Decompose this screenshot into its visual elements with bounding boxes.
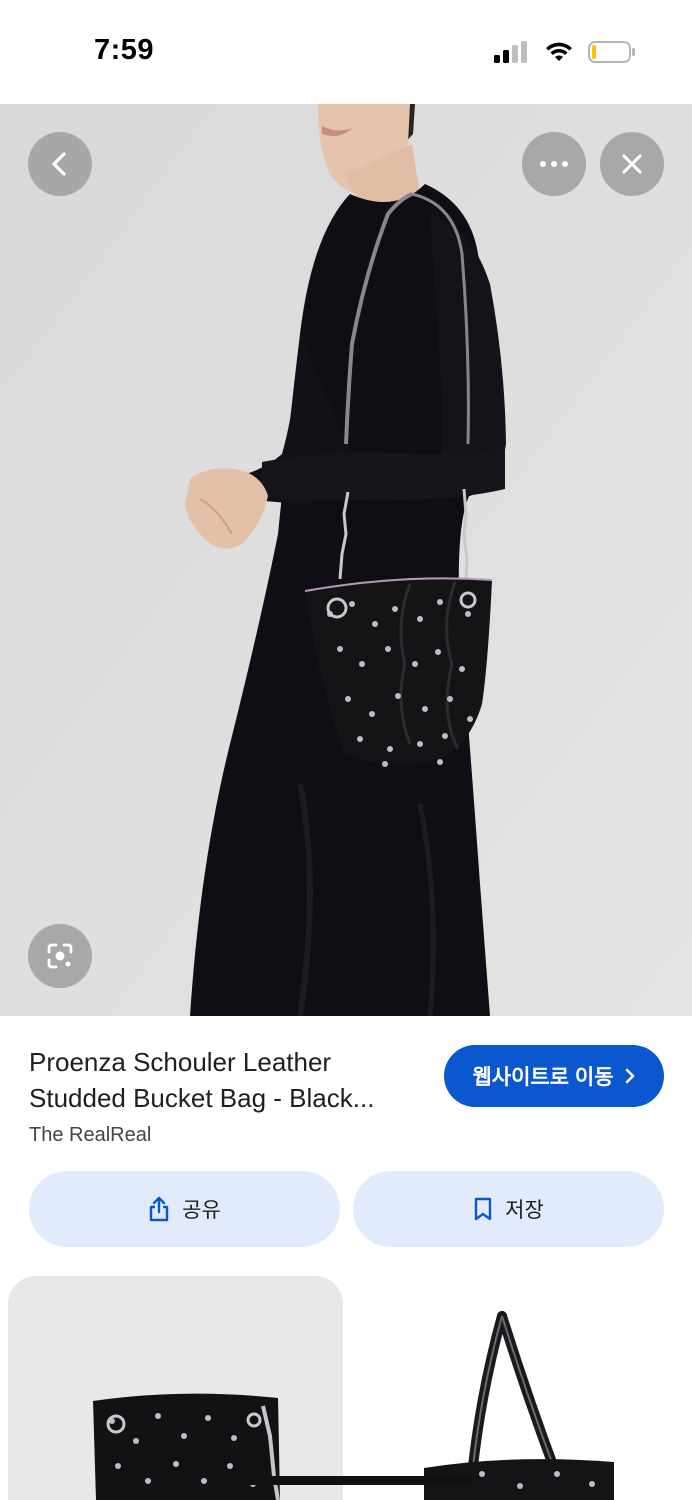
share-label: 공유 [182, 1199, 221, 1222]
save-button[interactable]: 저장 [353, 1171, 664, 1247]
share-icon [149, 1196, 169, 1222]
chevron-left-icon [52, 152, 66, 176]
close-button[interactable] [600, 132, 664, 196]
bookmark-icon [474, 1197, 492, 1221]
related-result-thumbnail[interactable] [8, 1276, 343, 1500]
battery-icon [588, 41, 635, 63]
product-title[interactable]: Proenza Schouler Leather Studded Bucket … [29, 1044, 424, 1116]
visit-website-label: 웹사이트로 이동 [472, 1066, 614, 1089]
back-button[interactable] [28, 132, 92, 196]
close-icon [622, 154, 642, 174]
status-bar: 7:59 [0, 0, 692, 104]
more-horizontal-icon [540, 161, 568, 167]
source-name[interactable]: The RealReal [29, 1124, 151, 1147]
more-button[interactable] [522, 132, 586, 196]
related-result-thumbnail[interactable] [352, 1276, 692, 1500]
related-bag-photo [424, 1311, 614, 1500]
lens-icon [47, 943, 73, 969]
cellular-signal-icon [494, 41, 527, 63]
lens-button[interactable] [28, 924, 92, 988]
share-button[interactable]: 공유 [29, 1171, 340, 1247]
wifi-icon [546, 42, 572, 61]
save-label: 저장 [505, 1199, 544, 1222]
visit-website-button[interactable]: 웹사이트로 이동 [444, 1045, 664, 1107]
home-indicator [223, 1476, 470, 1485]
chevron-right-icon [625, 1068, 634, 1084]
related-bag-photo [93, 1393, 280, 1500]
product-image[interactable] [0, 104, 692, 1016]
status-icons [494, 38, 636, 66]
status-time: 7:59 [94, 34, 155, 66]
product-photo [0, 104, 692, 1016]
